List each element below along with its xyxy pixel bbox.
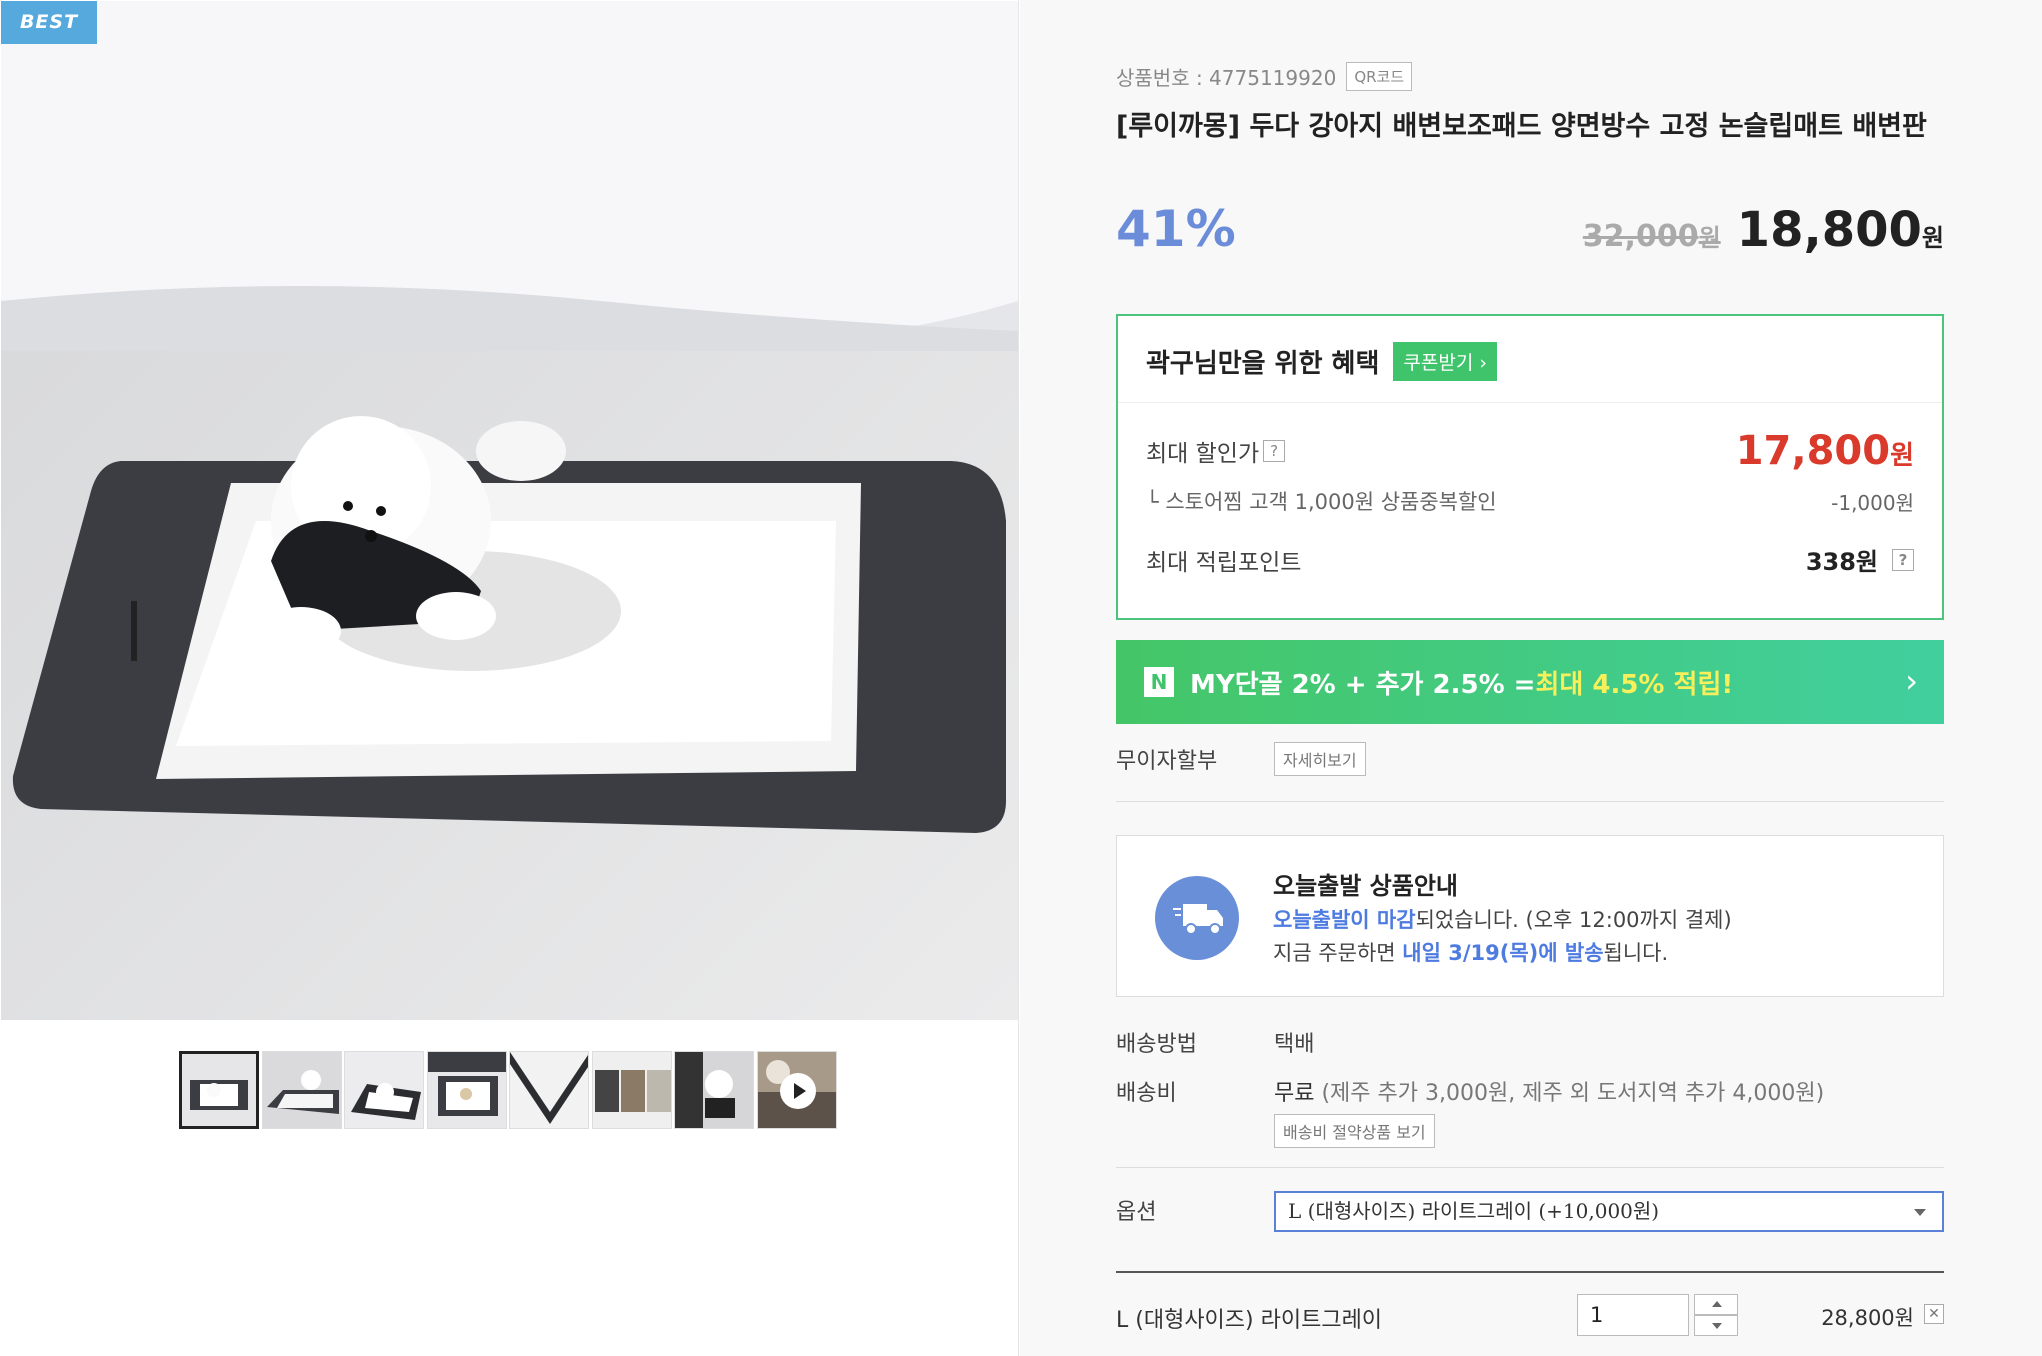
original-price: 32,000원: [1582, 219, 1721, 254]
quantity-increase-button[interactable]: [1694, 1294, 1738, 1315]
shipping-notice-line2: 지금 주문하면 내일 3/19(목)에 발송됩니다.: [1273, 941, 1669, 965]
divider: [1116, 1271, 1944, 1273]
member-benefit-box: 곽구님만을 위한 혜택 쿠폰받기 › 최대 할인가? 17,800원 └ 스토어…: [1116, 314, 1944, 620]
thumbnail-video[interactable]: [756, 1051, 837, 1129]
store-discount-row: └ 스토어찜 고객 1,000원 상품중복할인 -1,000원: [1146, 490, 1914, 515]
max-discount-price: 17,800원: [1735, 428, 1914, 474]
thumbnail-1[interactable]: [179, 1051, 259, 1129]
qr-code-button[interactable]: QR코드: [1346, 62, 1413, 91]
price-block: 32,000원 18,800원: [1583, 202, 1944, 258]
max-discount-row: 최대 할인가? 17,800원: [1146, 428, 1914, 474]
delivery-saving-row: 배송비 절약상품 보기: [1274, 1114, 1435, 1148]
selected-option-price: 28,800원: [1821, 1306, 1914, 1330]
delivery-method-row: 배송방법 택배: [1116, 1032, 1315, 1057]
help-icon[interactable]: ?: [1892, 548, 1914, 571]
product-title: [루이까몽] 두다 강아지 배변보조패드 양면방수 고정 논슬립매트 배변판: [1116, 111, 1927, 142]
remove-option-icon[interactable]: ✕: [1924, 1304, 1944, 1324]
truck-icon: [1155, 876, 1239, 960]
product-info-panel: 상품번호 : 4775119920 QR코드 [루이까몽] 두다 강아지 배변보…: [1020, 0, 2042, 1356]
installment-row: 무이자할부 자세히보기: [1116, 742, 1366, 776]
delivery-fee-row: 배송비 무료 (제주 추가 3,000원, 제주 외 도서지역 추가 4,000…: [1116, 1081, 1825, 1106]
sale-price: 18,800원: [1736, 202, 1944, 258]
selected-option-row: L (대형사이즈) 라이트그레이 1 28,800원 ✕: [1116, 1294, 1944, 1336]
quantity-decrease-button[interactable]: [1694, 1315, 1738, 1336]
product-code: 상품번호 : 4775119920 QR코드: [1116, 62, 1413, 91]
installment-detail-button[interactable]: 자세히보기: [1274, 742, 1366, 776]
chevron-right-icon: ›: [1905, 662, 1918, 700]
divider: [1116, 1167, 1944, 1168]
thumbnail-3[interactable]: [344, 1051, 424, 1129]
thumbnail-strip: [179, 1051, 839, 1129]
play-icon: [779, 1073, 816, 1109]
thumbnail-4[interactable]: [426, 1051, 507, 1129]
benefit-title: 곽구님만을 위한 혜택: [1146, 349, 1380, 379]
shipping-saving-button[interactable]: 배송비 절약상품 보기: [1274, 1114, 1435, 1148]
option-select[interactable]: L (대형사이즈) 라이트그레이 (+10,000원): [1274, 1191, 1944, 1232]
today-shipping-notice: 오늘출발 상품안내 오늘출발이 마감되었습니다. (오후 12:00까지 결제)…: [1116, 835, 1944, 997]
chevron-down-icon: [1914, 1209, 1926, 1216]
selected-option-name: L (대형사이즈) 라이트그레이: [1116, 1308, 1383, 1333]
thumbnail-5[interactable]: [509, 1051, 589, 1129]
divider: [1116, 801, 1944, 802]
naver-pay-icon: N: [1144, 667, 1174, 697]
get-coupon-button[interactable]: 쿠폰받기 ›: [1393, 342, 1497, 381]
shipping-notice-title: 오늘출발 상품안내: [1273, 872, 1458, 900]
main-product-image[interactable]: [1, 1, 1018, 1020]
option-label-row: 옵션: [1116, 1200, 1157, 1225]
thumbnail-6[interactable]: [591, 1051, 672, 1129]
best-badge: BEST: [1, 1, 97, 44]
divider: [1118, 402, 1942, 403]
shipping-notice-line1: 오늘출발이 마감되었습니다. (오후 12:00까지 결제): [1273, 908, 1732, 932]
thumbnail-7[interactable]: [674, 1051, 754, 1129]
help-icon[interactable]: ?: [1263, 440, 1286, 462]
thumbnail-2[interactable]: [261, 1051, 342, 1129]
max-point-row: 최대 적립포인트 338원?: [1146, 542, 1914, 577]
product-gallery: BEST: [0, 0, 1019, 1356]
discount-rate: 41%: [1116, 200, 1236, 258]
npay-membership-banner[interactable]: N MY단골 2% + 추가 2.5% = 최대 4.5% 적립! ›: [1116, 640, 1944, 724]
product-code-text: 상품번호 : 4775119920: [1116, 66, 1337, 90]
quantity-input[interactable]: 1: [1577, 1294, 1689, 1336]
max-point-value: 338원: [1805, 548, 1878, 576]
